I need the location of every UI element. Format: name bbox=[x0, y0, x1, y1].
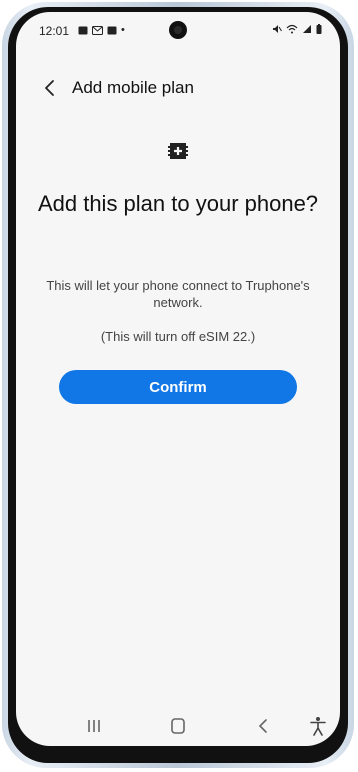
nav-home-button[interactable] bbox=[166, 716, 190, 736]
mute-icon bbox=[273, 25, 282, 33]
phone-frame: 12:01 • Add mobile plan Add this plan to… bbox=[0, 0, 358, 772]
status-system-icons bbox=[272, 24, 322, 34]
nav-recents-button[interactable] bbox=[82, 716, 106, 736]
nav-back-button[interactable] bbox=[252, 716, 276, 736]
back-button[interactable] bbox=[40, 76, 62, 100]
recents-icon bbox=[88, 720, 100, 732]
confirmation-headline: Add this plan to your phone? bbox=[37, 191, 319, 216]
signal-icon bbox=[303, 25, 311, 33]
accessibility-button[interactable] bbox=[306, 716, 330, 736]
confirmation-description: This will let your phone connect to Trup… bbox=[46, 278, 310, 310]
wifi-icon bbox=[286, 24, 298, 34]
sim-add-icon bbox=[168, 143, 188, 159]
status-time: 12:01 bbox=[39, 24, 70, 38]
gallery-icon bbox=[78, 26, 88, 34]
home-icon bbox=[171, 718, 185, 734]
back-icon bbox=[258, 719, 267, 733]
status-notification-icons: • bbox=[78, 24, 125, 36]
confirm-button[interactable]: Confirm bbox=[59, 370, 297, 404]
accessibility-icon bbox=[310, 717, 326, 736]
navigation-bar bbox=[16, 710, 340, 740]
battery-icon bbox=[316, 24, 322, 34]
status-bar: 12:01 • bbox=[16, 12, 340, 46]
esim-note: (This will turn off eSIM 22.) bbox=[100, 329, 256, 344]
message-icon bbox=[107, 26, 117, 34]
app-header: Add mobile plan bbox=[16, 76, 340, 102]
chevron-left-icon bbox=[45, 80, 54, 96]
screen: 12:01 • Add mobile plan Add this plan to… bbox=[16, 12, 340, 746]
status-dot: • bbox=[121, 24, 125, 36]
front-camera bbox=[169, 21, 187, 39]
mail-icon bbox=[92, 25, 103, 35]
page-title: Add mobile plan bbox=[72, 78, 194, 97]
